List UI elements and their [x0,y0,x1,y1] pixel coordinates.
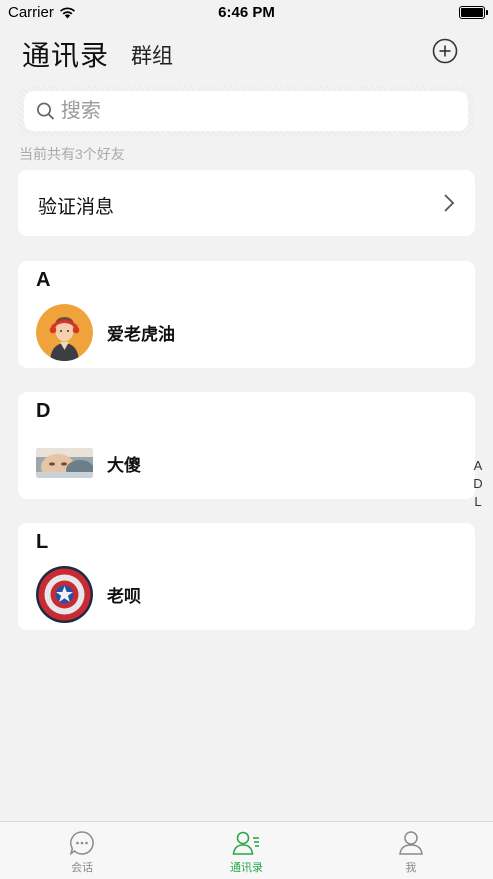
contact-group-d: D 大傻 [18,392,475,499]
group-letter: D [36,400,51,422]
battery-icon [459,6,488,19]
index-letter[interactable]: D [473,475,482,493]
contact-name: 大傻 [107,455,141,475]
index-letter[interactable]: L [474,493,481,511]
tab-contacts[interactable]: 通讯录 [164,822,328,879]
tab-me[interactable]: 我 [329,822,493,879]
search-icon [37,102,55,120]
status-bar: Carrier 6:46 PM [0,0,493,26]
contact-group-l: L 老呗 [18,523,475,630]
header: 通讯录 群组 [0,30,493,76]
search-input[interactable] [60,99,468,123]
verify-messages-row[interactable]: 验证消息 [18,170,475,236]
avatar [36,303,93,361]
index-letter[interactable]: A [474,457,483,475]
group-letter: A [36,269,51,291]
tab-conversations[interactable]: 会话 [0,822,164,879]
alphabet-index[interactable]: A D L [470,457,486,511]
tab-groups[interactable]: 群组 [131,40,173,70]
contacts-icon [233,831,260,855]
contact-row[interactable]: 爱老虎油 [36,303,457,361]
contact-name: 爱老虎油 [107,324,175,344]
search-box[interactable] [24,91,468,131]
tab-label: 我 [405,862,417,874]
contact-group-a: A 爱老虎油 [18,261,475,368]
verify-messages-label: 验证消息 [38,197,115,218]
avatar [36,448,93,478]
page-title[interactable]: 通讯录 [22,34,109,74]
tab-label: 通讯录 [229,862,263,874]
contact-row[interactable]: 老呗 [36,565,457,623]
avatar [36,565,93,623]
status-time: 6:46 PM [218,4,275,21]
contact-row[interactable]: 大傻 [36,434,457,492]
chat-bubble-icon [69,831,94,856]
add-contact-button[interactable] [432,38,458,64]
tab-bar: 会话 通讯录 我 [0,821,493,879]
user-icon [398,831,423,855]
contact-name: 老呗 [107,586,141,606]
search-container [18,86,474,136]
chevron-right-icon [444,194,455,212]
group-letter: L [36,531,49,553]
tab-label: 会话 [71,862,94,874]
friend-count: 当前共有3个好友 [19,146,125,162]
